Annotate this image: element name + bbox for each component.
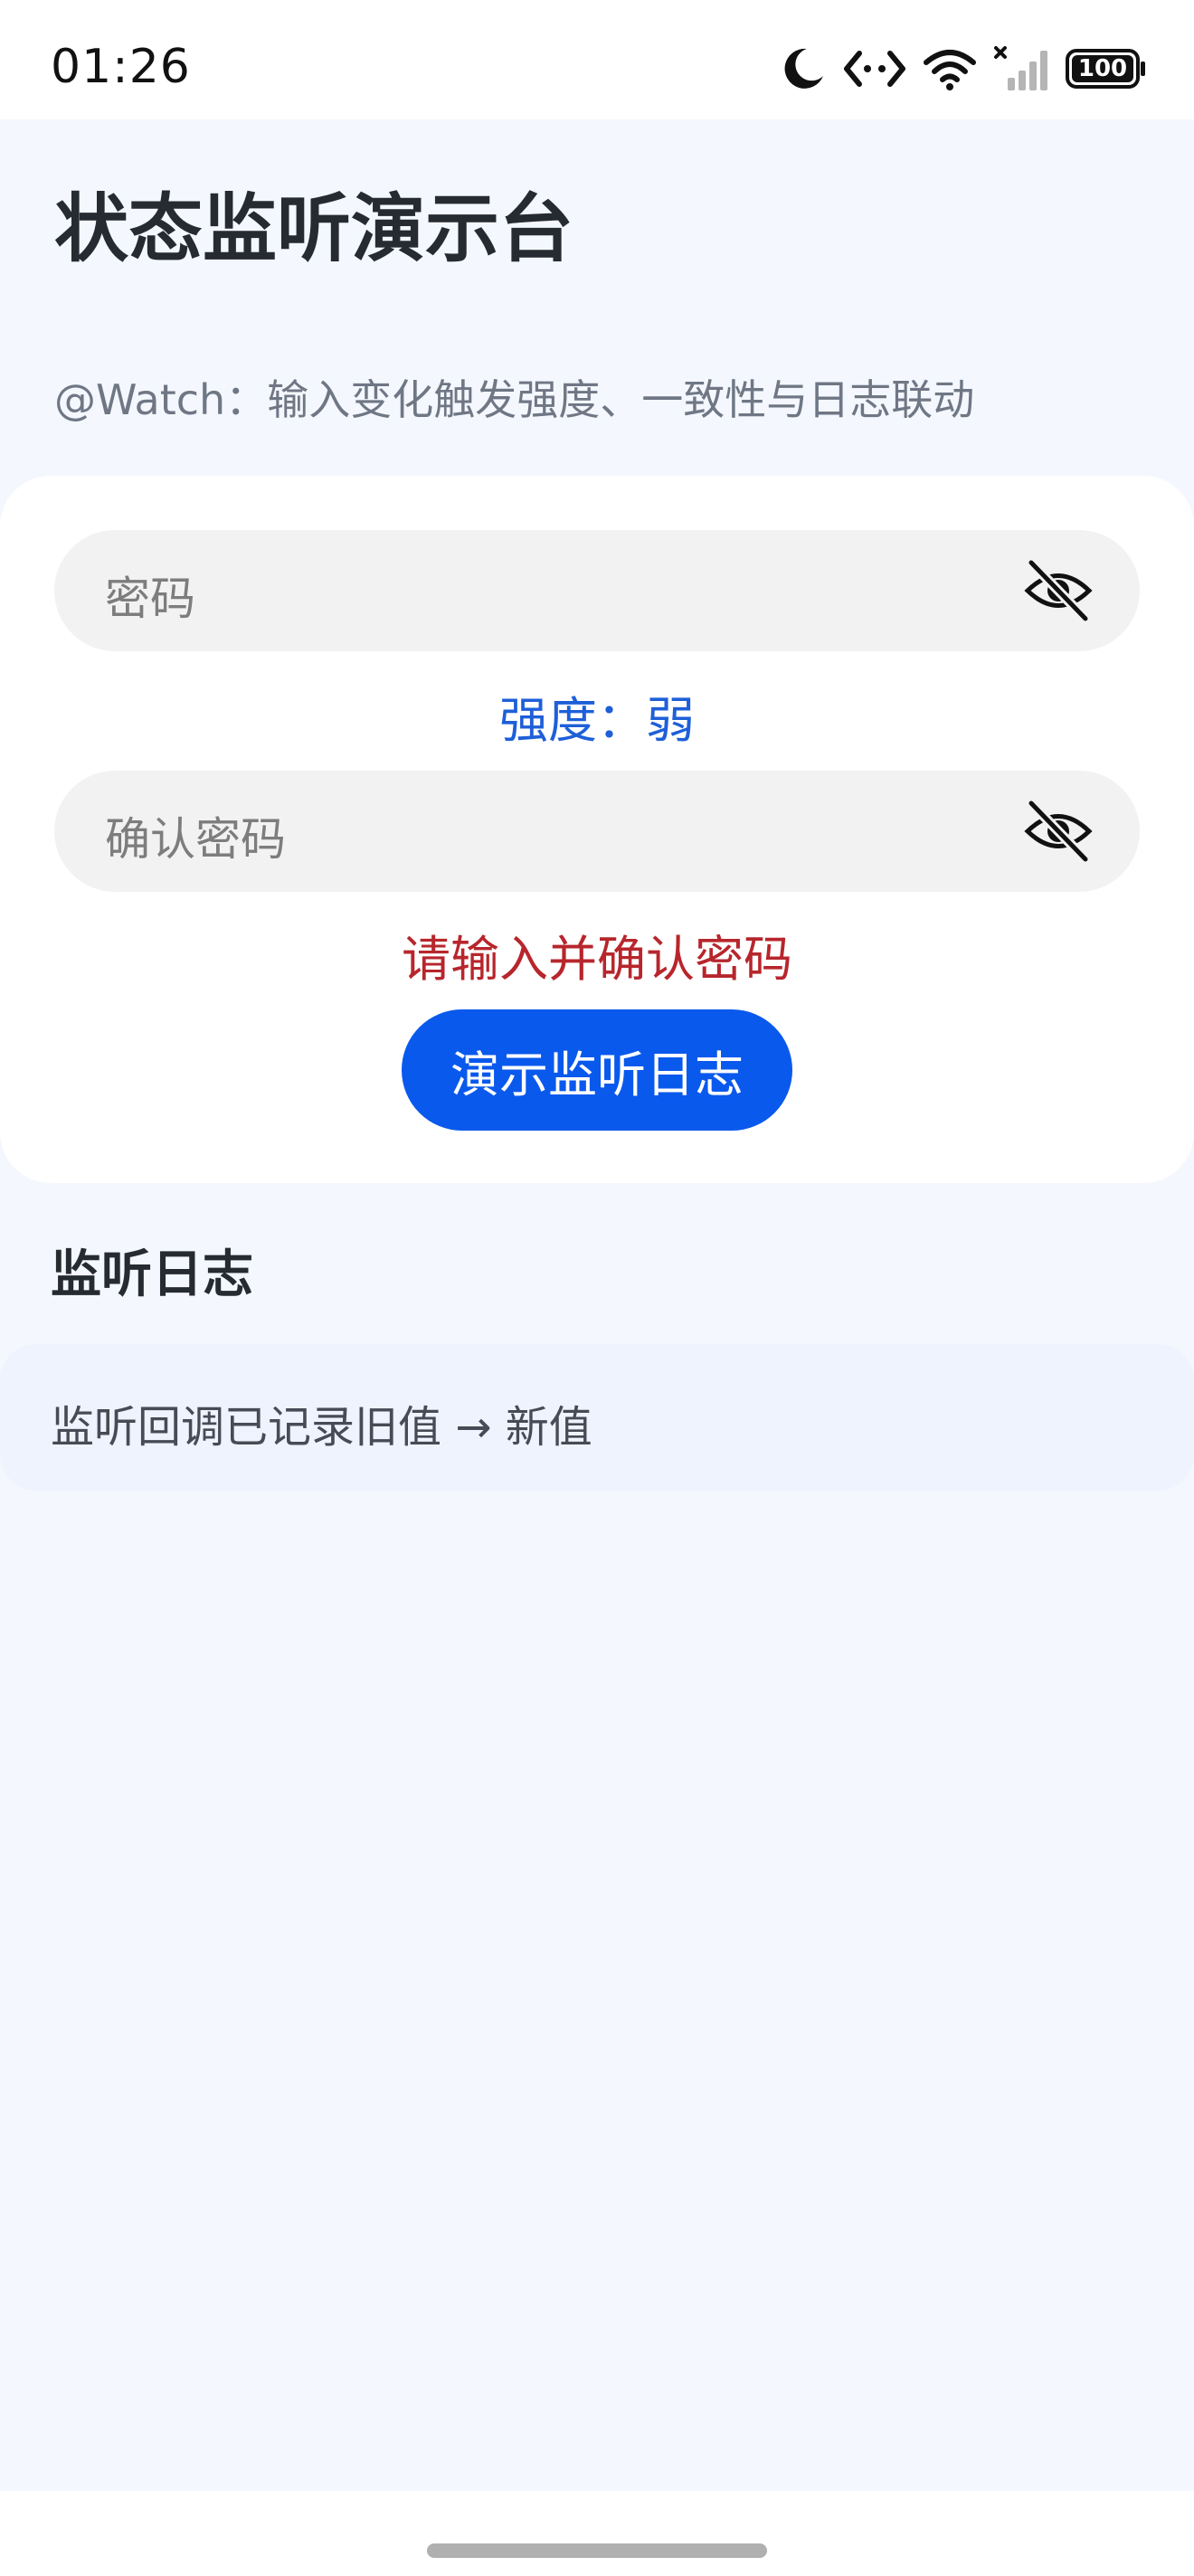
status-time: 01:26	[51, 40, 191, 94]
battery-level: 100	[1077, 55, 1128, 82]
log-item-text: 监听回调已记录旧值 → 新值	[51, 1402, 592, 1453]
cellular-signal-icon	[993, 45, 1049, 92]
log-section-title: 监听日志	[51, 1245, 253, 1304]
moon-icon	[780, 45, 827, 92]
password-input[interactable]: 密码	[54, 530, 1140, 651]
page-title: 状态监听演示台	[54, 186, 574, 272]
data-sync-icon	[843, 46, 906, 91]
confirm-password-input[interactable]: 确认密码	[54, 771, 1140, 892]
eye-off-icon[interactable]	[1024, 798, 1093, 865]
password-placeholder: 密码	[105, 573, 195, 625]
confirm-password-placeholder: 确认密码	[105, 813, 286, 866]
list-item: 监听回调已记录旧值 → 新值	[0, 1344, 1194, 1491]
strength-indicator: 强度：弱	[499, 692, 695, 749]
validation-message: 请输入并确认密码	[402, 931, 792, 988]
battery-icon: 100	[1066, 48, 1147, 90]
status-icons: 100	[780, 42, 1147, 96]
home-indicator[interactable]	[427, 2543, 767, 2558]
demo-log-button[interactable]: 演示监听日志	[402, 1009, 792, 1131]
wifi-icon	[923, 46, 977, 91]
navigation-bar	[0, 2491, 1194, 2576]
page-subtitle: @Watch：输入变化触发强度、一致性与日志联动	[54, 375, 975, 424]
status-bar: 01:26 100	[0, 0, 1194, 119]
eye-off-icon[interactable]	[1024, 557, 1093, 624]
